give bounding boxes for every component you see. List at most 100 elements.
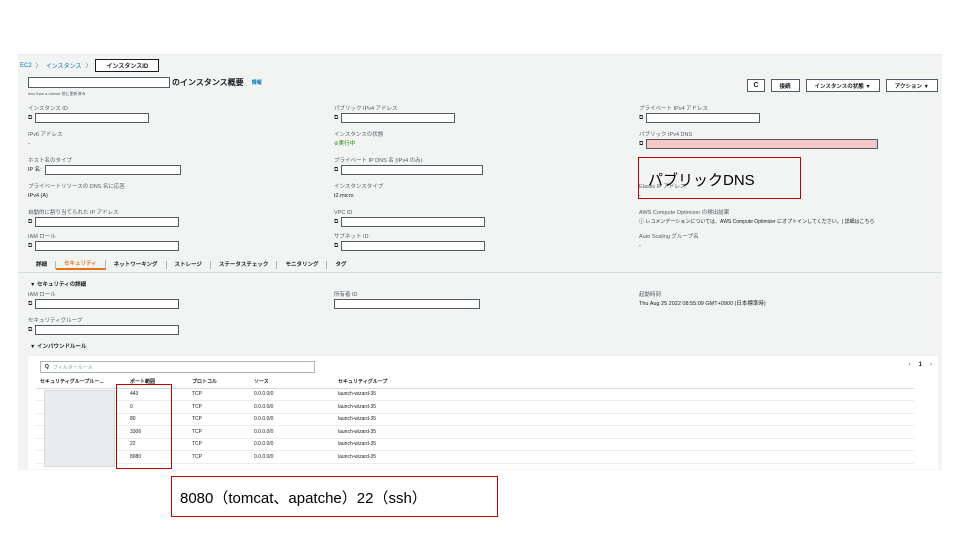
label: プライベート IPv4 アドレス (639, 106, 709, 112)
cell-protocol: TCP (188, 388, 250, 401)
field-optimizer: AWS Compute Optimizer の検出結果 ⓘ レコメンデーションに… (639, 209, 939, 227)
cell-sg: launch-wizard-35 (334, 450, 914, 464)
filter-rules-input[interactable]: Q フィルタールール (40, 361, 315, 373)
value: IPv4 (A) (28, 193, 48, 199)
cell-protocol: TCP (188, 425, 250, 439)
breadcrumb: EC2 〉 インスタンス 〉 インスタンスID (20, 59, 160, 72)
label: IAM ロール (28, 234, 56, 240)
cell-sg: launch-wizard-35 (334, 425, 914, 439)
cell-source: 0.0.0.0/0 (250, 438, 334, 451)
cell-source: 0.0.0.0/0 (250, 400, 334, 414)
redacted-value (341, 113, 456, 123)
page-title: のインスタンス概要 (172, 78, 244, 87)
field-iam-role: IAM ロール ⧉ (28, 233, 318, 251)
cell-source: 0.0.0.0/0 (250, 450, 334, 464)
label: ホスト名のタイプ (28, 158, 73, 164)
redacted-value (35, 217, 180, 227)
label: AWS Compute Optimizer の検出結果 (639, 210, 730, 216)
refresh-button[interactable]: C (747, 79, 765, 92)
breadcrumb-instances[interactable]: インスタンス (46, 61, 82, 70)
copy-icon[interactable]: ⧉ (28, 217, 32, 227)
annotation-ports-column-box (116, 384, 172, 469)
tab-details[interactable]: 詳細 (28, 260, 57, 269)
security-details-toggle[interactable]: ▼ セキュリティの詳細 (30, 280, 86, 288)
field-security-iam-role: IAM ロール ⧉ (28, 291, 318, 309)
label: 自動的に割り当てられた IP アドレス (28, 210, 119, 216)
cell-source: 0.0.0.0/0 (250, 388, 334, 401)
field-private-dns-name: プライベート IP DNS 名 (IPv4 のみ) ⧉ (334, 157, 624, 175)
cell-sg: launch-wizard-35 (334, 413, 914, 426)
actions-button[interactable]: アクション ▼ (885, 79, 938, 92)
copy-icon[interactable]: ⧉ (639, 113, 643, 123)
col-security-group[interactable]: セキュリティグループ (334, 376, 914, 389)
copy-icon[interactable]: ⧉ (334, 217, 338, 227)
field-hostname-type: ホスト名のタイプ IP 名: (28, 157, 318, 175)
label: パブリック IPv4 DNS (639, 132, 693, 138)
copy-icon[interactable]: ⧉ (334, 165, 338, 175)
label: インスタンスの状態 (334, 132, 384, 138)
label: VPC ID (334, 210, 353, 216)
field-launch-time: 起動時刻 Thu Aug 25 2022 08:55:09 GMT+0900 (… (639, 291, 929, 309)
copy-icon[interactable]: ⧉ (28, 325, 32, 335)
cell-protocol: TCP (188, 450, 250, 464)
tab-networking[interactable]: ネットワーキング (106, 260, 167, 269)
info-link[interactable]: 情報 (252, 79, 262, 86)
redacted-value (35, 325, 180, 335)
field-instance-type: インスタンスタイプ t2.micro (334, 183, 624, 201)
tab-security[interactable]: セキュリティ (56, 259, 106, 270)
inbound-rules-toggle[interactable]: ▼ インバウンドルール (30, 342, 86, 350)
tab-storage[interactable]: ストレージ (167, 260, 211, 269)
col-protocol[interactable]: プロトコル (188, 376, 250, 389)
field-auto-ipv6: 自動的に割り当てられた IP アドレス ⧉ (28, 209, 318, 227)
field-answer-dns: プライベートリソースの DNS 名に応答 IPv4 (A) (28, 183, 318, 201)
field-instance-state: インスタンスの状態 ⊘実行中 (334, 131, 624, 149)
copy-icon[interactable]: ⧉ (334, 241, 338, 251)
col-rule-id[interactable]: セキュリティグループルー... (36, 376, 126, 389)
redacted-value (341, 217, 486, 227)
cell-protocol: TCP (188, 438, 250, 451)
state-value: ⊘実行中 (334, 141, 356, 147)
field-owner-id: 所有者 ID (334, 291, 624, 309)
cell-sg: launch-wizard-35 (334, 388, 914, 401)
copy-icon[interactable]: ⧉ (28, 113, 32, 123)
field-private-ipv4: プライベート IPv4 アドレス ⧉ (639, 105, 929, 123)
detail-tabs: 詳細 セキュリティ ネットワーキング ストレージ ステータスチェック モニタリン… (18, 257, 942, 273)
redacted-value (341, 165, 484, 175)
field-instance-id: インスタンス ID ⧉ (28, 105, 318, 123)
redacted-value (35, 113, 150, 123)
next-page-icon[interactable]: › (930, 362, 932, 368)
connect-button[interactable]: 接続 (770, 79, 800, 92)
value: Thu Aug 25 2022 08:55:09 GMT+0900 (日本標準時… (639, 301, 766, 307)
field-asg: Auto Scaling グループ名 - (639, 233, 929, 251)
redacted-value (334, 299, 480, 309)
label: プライベート IP DNS 名 (IPv4 のみ) (334, 158, 423, 164)
copy-icon[interactable]: ⧉ (28, 241, 32, 251)
tab-status-checks[interactable]: ステータスチェック (211, 260, 278, 269)
copy-icon[interactable]: ⧉ (334, 113, 338, 123)
copy-icon[interactable]: ⧉ (28, 299, 32, 309)
label: プライベートリソースの DNS 名に応答 (28, 184, 125, 190)
redacted-value (35, 241, 180, 251)
breadcrumb-ec2[interactable]: EC2 (20, 63, 32, 69)
tab-tags[interactable]: タグ (327, 261, 354, 269)
label: サブネット ID (334, 234, 369, 240)
label: IPv6 アドレス (28, 132, 63, 138)
instance-state-button[interactable]: インスタンスの状態 ▼ (805, 79, 880, 92)
redacted-value (44, 165, 181, 175)
col-source[interactable]: ソース (250, 376, 334, 389)
search-icon: Q (45, 364, 49, 370)
summary-header: のインスタンス概要 情報 (28, 77, 262, 88)
annotation-ports-label: 8080（tomcat、apatche）22（ssh） (180, 487, 427, 508)
copy-icon[interactable]: ⧉ (639, 139, 643, 149)
tab-monitoring[interactable]: モニタリング (277, 260, 328, 269)
page-number[interactable]: 1 (919, 362, 922, 368)
label: インスタンス ID (28, 106, 68, 112)
redacted-value (341, 241, 486, 251)
label: インスタンスタイプ (334, 184, 384, 190)
field-public-ipv4: パブリック IPv4 アドレス ⧉ (334, 105, 624, 123)
prev-page-icon[interactable]: ‹ (909, 362, 911, 368)
label: 起動時刻 (639, 292, 662, 298)
optimizer-value[interactable]: ⓘ レコメンデーションについては、AWS Compute Optimizer に… (639, 217, 939, 227)
label: IAM ロール (28, 292, 56, 298)
cell-protocol: TCP (188, 400, 250, 414)
